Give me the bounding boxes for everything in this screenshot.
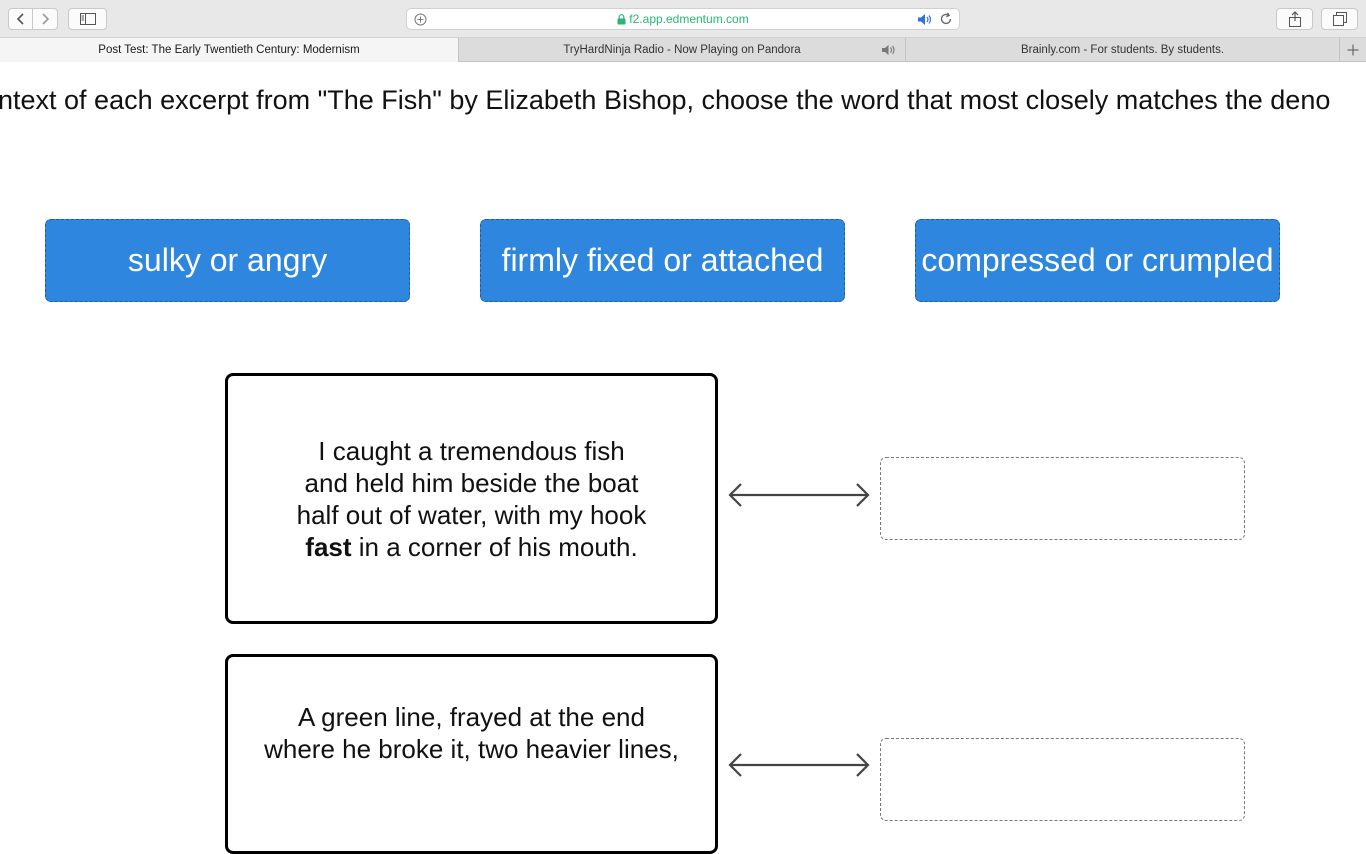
excerpt-text: A green line, frayed at the end where he… bbox=[264, 701, 679, 765]
url-text: f2.app.edmentum.com bbox=[629, 12, 749, 26]
tab-title: Post Test: The Early Twentieth Century: … bbox=[98, 44, 360, 56]
excerpt-line: where he broke it, two heavier lines, bbox=[264, 734, 679, 764]
tab-brainly[interactable]: Brainly.com - For students. By students. bbox=[906, 38, 1340, 62]
new-tab-button[interactable] bbox=[1340, 38, 1366, 62]
answer-drop-target[interactable] bbox=[880, 457, 1245, 540]
chevron-right-icon bbox=[42, 13, 50, 25]
excerpt-box: A green line, frayed at the end where he… bbox=[225, 654, 718, 854]
question-instructions: ntext of each excerpt from "The Fish" by… bbox=[0, 85, 1331, 115]
excerpt-line: A green line, frayed at the end bbox=[298, 702, 645, 732]
sidebar-button[interactable] bbox=[68, 8, 107, 30]
excerpt-line: fast in a corner of his mouth. bbox=[297, 531, 647, 563]
answer-tile-sulky[interactable]: sulky or angry bbox=[45, 219, 410, 302]
answer-drop-target[interactable] bbox=[880, 738, 1245, 821]
sidebar-icon bbox=[79, 13, 96, 25]
tab-title: Brainly.com - For students. By students. bbox=[1020, 44, 1225, 56]
tab-post-test[interactable]: Post Test: The Early Twentieth Century: … bbox=[0, 38, 459, 62]
tab-pandora[interactable]: TryHardNinja Radio - Now Playing on Pand… bbox=[459, 38, 906, 62]
share-button[interactable] bbox=[1276, 8, 1313, 30]
lock-icon bbox=[617, 13, 626, 24]
excerpt-line-rest: in a corner of his mouth. bbox=[351, 531, 638, 562]
excerpt-line: and held him beside the boat bbox=[304, 467, 639, 498]
address-bar[interactable]: f2.app.edmentum.com bbox=[406, 8, 960, 30]
forward-button[interactable] bbox=[33, 8, 58, 30]
speaker-icon[interactable] bbox=[881, 44, 897, 56]
excerpt-line: I caught a tremendous fish bbox=[318, 435, 625, 466]
tab-bar: Post Test: The Early Twentieth Century: … bbox=[0, 38, 1366, 62]
speaker-icon[interactable] bbox=[917, 13, 933, 26]
reload-icon[interactable] bbox=[939, 12, 953, 26]
excerpt-box: I caught a tremendous fish and held him … bbox=[225, 373, 718, 624]
plus-icon bbox=[1347, 44, 1359, 56]
answer-tile-firmly-fixed[interactable]: firmly fixed or attached bbox=[480, 219, 845, 302]
answer-tile-compressed[interactable]: compressed or crumpled bbox=[915, 219, 1280, 302]
double-arrow-icon bbox=[728, 483, 870, 507]
excerpt-text: I caught a tremendous fish and held him … bbox=[297, 435, 647, 563]
browser-toolbar: f2.app.edmentum.com bbox=[0, 0, 1366, 38]
double-arrow-icon bbox=[728, 753, 870, 777]
tab-title: TryHardNinja Radio - Now Playing on Pand… bbox=[563, 44, 801, 56]
target-word: fast bbox=[305, 531, 352, 562]
url-display: f2.app.edmentum.com bbox=[407, 9, 959, 29]
tab-overview-button[interactable] bbox=[1321, 8, 1358, 30]
chevron-left-icon bbox=[16, 13, 24, 25]
share-icon bbox=[1288, 11, 1301, 27]
excerpt-line: half out of water, with my hook bbox=[296, 499, 647, 530]
instructions-container: ntext of each excerpt from "The Fish" by… bbox=[0, 62, 1366, 132]
back-button[interactable] bbox=[8, 8, 33, 30]
tabs-overview-icon bbox=[1332, 12, 1347, 26]
